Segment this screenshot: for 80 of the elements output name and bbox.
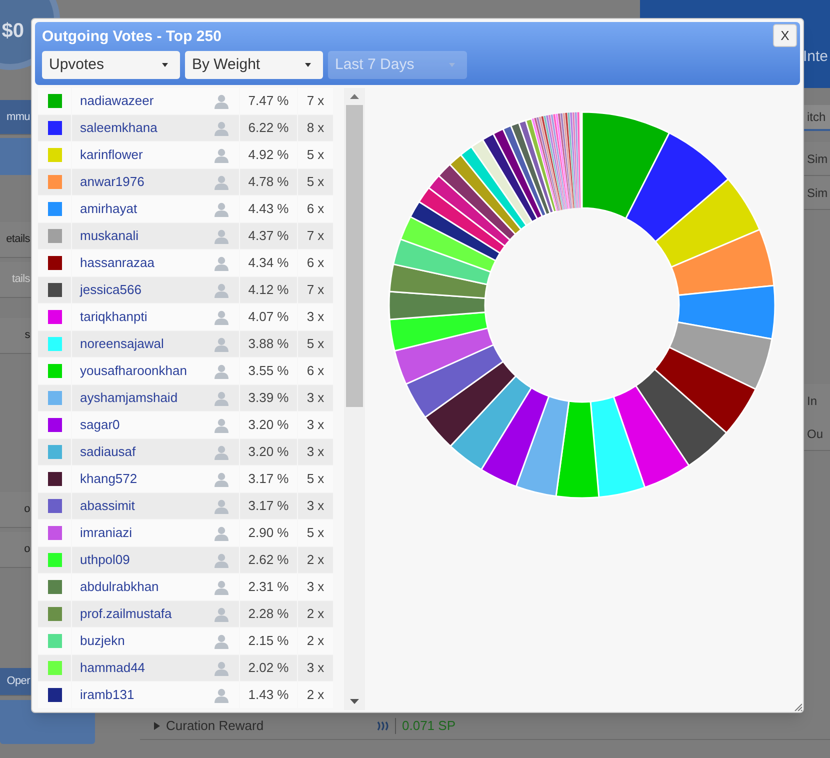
user-icon (214, 282, 229, 298)
user-link[interactable]: imraniazi (80, 523, 214, 543)
scroll-up-icon (350, 94, 359, 99)
side-item[interactable]: Ou (804, 417, 830, 451)
user-link[interactable]: sagar0 (80, 415, 214, 435)
caret-icon (162, 63, 168, 67)
resize-grip-icon (794, 703, 802, 711)
user-icon (214, 94, 229, 108)
share-cell: 2.28 % (240, 601, 297, 627)
user-icon (214, 498, 229, 514)
share-cell: 4.37 % (240, 223, 297, 249)
caret-icon (449, 63, 455, 67)
share-cell: 2.62 % (240, 547, 297, 573)
user-icon (214, 634, 229, 648)
votes-cell: 8 x (298, 115, 333, 141)
user-icon (214, 390, 229, 406)
user-link[interactable]: iramb131 (80, 685, 214, 705)
close-button[interactable]: X (773, 24, 797, 47)
user-icon (214, 660, 229, 676)
user-icon (214, 256, 229, 270)
user-link[interactable]: abdulrabkhan (80, 577, 214, 597)
user-link[interactable]: karinflower (80, 145, 214, 165)
user-icon (214, 552, 229, 568)
user-icon (214, 174, 229, 190)
reward-label: Curation Reward (166, 717, 265, 736)
caret-icon (154, 722, 160, 730)
share-cell: 3.39 % (240, 385, 297, 411)
filter-dropdown[interactable]: Upvotes (42, 51, 180, 79)
user-link[interactable]: buzjekn (80, 631, 214, 651)
user-icon (214, 364, 229, 378)
user-icon (214, 606, 229, 622)
votes-cell: 3 x (298, 655, 333, 681)
filter-dropdown[interactable]: By Weight (185, 51, 323, 79)
user-icon (214, 418, 229, 432)
side-item[interactable]: itch (804, 105, 830, 131)
side-item[interactable]: Sim (804, 142, 830, 176)
user-icon (214, 526, 229, 540)
user-link[interactable]: yousafharoonkhan (80, 361, 214, 381)
scrollbar[interactable] (344, 88, 365, 710)
user-icon (214, 444, 229, 460)
votes-cell: 3 x (298, 493, 333, 519)
token-icon (377, 721, 389, 731)
user-icon (214, 202, 229, 216)
user-icon (214, 472, 229, 486)
votes-cell: 2 x (298, 547, 333, 573)
user-link[interactable]: khang572 (80, 469, 214, 489)
caret-icon (305, 63, 311, 67)
share-cell: 3.20 % (240, 439, 297, 465)
user-link[interactable]: hassanrazaa (80, 253, 214, 273)
user-icon (214, 228, 229, 244)
share-cell: 2.02 % (240, 655, 297, 681)
user-icon (214, 310, 229, 324)
user-icon (214, 688, 229, 702)
user-icon (214, 120, 229, 136)
votes-cell: 3 x (298, 385, 333, 411)
user-icon (214, 580, 229, 594)
banner-caption: Inte (802, 47, 828, 67)
user-link[interactable]: nadiawazeer (80, 91, 214, 111)
scroll-down-icon (350, 699, 359, 704)
side-item[interactable]: In (804, 384, 830, 418)
votes-cell: 7 x (298, 223, 333, 249)
votes-cell: 5 x (298, 169, 333, 195)
share-cell: 3.88 % (240, 331, 297, 357)
user-link[interactable]: amirhayat (80, 199, 214, 219)
user-link[interactable]: tariqkhanpti (80, 307, 214, 327)
votes-cell: 7 x (298, 277, 333, 303)
share-cell: 4.12 % (240, 277, 297, 303)
votes-cell: 2 x (298, 601, 333, 627)
reward-value: 0.071 SP (402, 717, 456, 736)
user-icon (214, 336, 229, 352)
balance-value: $0 (2, 19, 24, 44)
scrollbar-thumb[interactable] (346, 105, 363, 407)
share-cell: 4.78 % (240, 169, 297, 195)
votes-cell: 3 x (298, 439, 333, 465)
share-cell: 6.22 % (240, 115, 297, 141)
share-cell: 3.17 % (240, 493, 297, 519)
dialog-title: Outgoing Votes - Top 250 (42, 27, 222, 47)
votes-cell: 5 x (298, 331, 333, 357)
side-item[interactable]: Sim (804, 176, 830, 210)
user-icon (214, 148, 229, 162)
